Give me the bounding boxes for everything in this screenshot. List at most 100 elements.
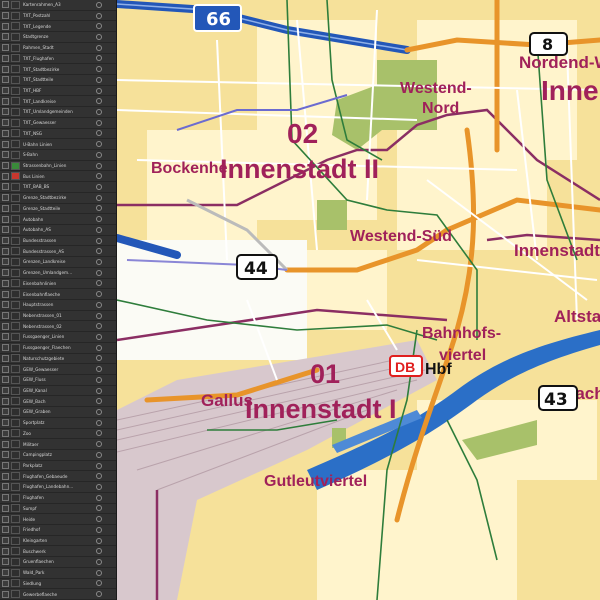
layer-target-icon[interactable] bbox=[96, 548, 102, 555]
layer-row[interactable]: GEW_Bach bbox=[0, 396, 116, 408]
layer-target-icon[interactable] bbox=[96, 333, 102, 340]
layer-row[interactable]: Fussgaenger_Flaechen bbox=[0, 343, 116, 354]
layer-row[interactable]: Autobahn_AS bbox=[0, 225, 116, 236]
layer-target-icon[interactable] bbox=[96, 473, 102, 480]
layer-target-icon[interactable] bbox=[96, 591, 102, 598]
visibility-toggle-icon[interactable] bbox=[2, 1, 9, 9]
layer-row[interactable]: TXT_Stadtteile bbox=[0, 75, 116, 86]
layer-target-icon[interactable] bbox=[96, 580, 102, 587]
layer-target-icon[interactable] bbox=[96, 87, 102, 94]
layer-row[interactable]: Naturschutzgebiete bbox=[0, 354, 116, 365]
layer-target-icon[interactable] bbox=[96, 398, 102, 405]
layer-row[interactable]: Siedlung bbox=[0, 579, 116, 590]
layer-row[interactable]: Grenze_Stadtbezirke bbox=[0, 193, 116, 204]
layer-row[interactable]: Militaer bbox=[0, 439, 116, 450]
visibility-toggle-icon[interactable] bbox=[2, 33, 9, 41]
visibility-toggle-icon[interactable] bbox=[2, 515, 9, 523]
layer-row[interactable]: TXT_Gewaesser bbox=[0, 118, 116, 129]
visibility-toggle-icon[interactable] bbox=[2, 365, 9, 373]
layer-row[interactable]: Hauptstrassen bbox=[0, 300, 116, 311]
visibility-toggle-icon[interactable] bbox=[2, 408, 9, 416]
layer-row[interactable]: Heide bbox=[0, 514, 116, 525]
layer-target-icon[interactable] bbox=[96, 98, 102, 105]
layer-row[interactable]: Bus Linien bbox=[0, 171, 116, 183]
layer-target-icon[interactable] bbox=[96, 33, 102, 40]
visibility-toggle-icon[interactable] bbox=[2, 569, 9, 577]
visibility-toggle-icon[interactable] bbox=[2, 344, 9, 352]
visibility-toggle-icon[interactable] bbox=[2, 65, 9, 73]
layer-row[interactable]: GEW_Fluss bbox=[0, 375, 116, 386]
visibility-toggle-icon[interactable] bbox=[2, 22, 9, 30]
layer-target-icon[interactable] bbox=[96, 119, 102, 126]
layer-row[interactable]: Stadtgrenze bbox=[0, 32, 116, 43]
layer-target-icon[interactable] bbox=[96, 526, 102, 533]
layer-target-icon[interactable] bbox=[96, 516, 102, 523]
layer-target-icon[interactable] bbox=[96, 462, 102, 469]
visibility-toggle-icon[interactable] bbox=[2, 494, 9, 502]
layer-row[interactable]: GEW_Kanal bbox=[0, 386, 116, 397]
layer-row[interactable]: Bundesstrassen bbox=[0, 236, 116, 247]
layer-target-icon[interactable] bbox=[96, 205, 102, 212]
layer-target-icon[interactable] bbox=[96, 151, 102, 158]
visibility-toggle-icon[interactable] bbox=[2, 129, 9, 137]
layer-row[interactable]: Sumpf bbox=[0, 504, 116, 515]
visibility-toggle-icon[interactable] bbox=[2, 97, 9, 105]
layer-row[interactable]: Parkplatz bbox=[0, 461, 116, 472]
layer-target-icon[interactable] bbox=[96, 226, 102, 233]
layer-target-icon[interactable] bbox=[96, 494, 102, 501]
layer-target-icon[interactable] bbox=[96, 183, 102, 190]
visibility-toggle-icon[interactable] bbox=[2, 183, 9, 191]
layer-row[interactable]: Wald_Park bbox=[0, 568, 116, 579]
visibility-toggle-icon[interactable] bbox=[2, 151, 9, 159]
visibility-toggle-icon[interactable] bbox=[2, 590, 9, 598]
layer-row[interactable]: Kartenrahmen_A3 bbox=[0, 0, 116, 11]
layer-target-icon[interactable] bbox=[96, 323, 102, 330]
layer-row[interactable]: Flughafen_Landebahn... bbox=[0, 482, 116, 493]
visibility-toggle-icon[interactable] bbox=[2, 419, 9, 427]
layer-target-icon[interactable] bbox=[96, 505, 102, 512]
layer-target-icon[interactable] bbox=[96, 280, 102, 287]
layer-row[interactable]: GEW_Graben bbox=[0, 407, 116, 418]
visibility-toggle-icon[interactable] bbox=[2, 397, 9, 405]
visibility-toggle-icon[interactable] bbox=[2, 483, 9, 491]
visibility-toggle-icon[interactable] bbox=[2, 504, 9, 512]
layer-row[interactable]: Nebenstrassen_02 bbox=[0, 321, 116, 333]
layer-row[interactable]: Buschwerk bbox=[0, 546, 116, 558]
layer-row[interactable]: Fussgaenger_Linien bbox=[0, 332, 116, 343]
layer-row[interactable]: Eisenbahnlinien bbox=[0, 279, 116, 290]
layer-row[interactable]: Gruenflaechen bbox=[0, 557, 116, 568]
visibility-toggle-icon[interactable] bbox=[2, 472, 9, 480]
layer-target-icon[interactable] bbox=[96, 76, 102, 83]
visibility-toggle-icon[interactable] bbox=[2, 54, 9, 62]
layer-target-icon[interactable] bbox=[96, 483, 102, 490]
layer-row[interactable]: TXT_HBF bbox=[0, 86, 116, 97]
visibility-toggle-icon[interactable] bbox=[2, 387, 9, 395]
layer-row[interactable]: Nebenstrassen_01 bbox=[0, 311, 116, 322]
visibility-toggle-icon[interactable] bbox=[2, 429, 9, 437]
layer-target-icon[interactable] bbox=[96, 441, 102, 448]
layer-row[interactable]: Zoo bbox=[0, 429, 116, 440]
layer-target-icon[interactable] bbox=[96, 55, 102, 62]
map-canvas[interactable]: Westend- Nord Nordend-W Inne 02 Innensta… bbox=[117, 0, 600, 600]
layer-row[interactable]: Rahmen_Stadt bbox=[0, 43, 116, 54]
layer-row[interactable]: Kleingarten bbox=[0, 536, 116, 547]
layer-row[interactable]: Campingplatz bbox=[0, 450, 116, 461]
layer-target-icon[interactable] bbox=[96, 12, 102, 19]
visibility-toggle-icon[interactable] bbox=[2, 204, 9, 212]
layer-row[interactable]: TXT_Flughafen bbox=[0, 54, 116, 65]
visibility-toggle-icon[interactable] bbox=[2, 333, 9, 341]
layer-target-icon[interactable] bbox=[96, 355, 102, 362]
visibility-toggle-icon[interactable] bbox=[2, 87, 9, 95]
layer-target-icon[interactable] bbox=[96, 1, 102, 8]
visibility-toggle-icon[interactable] bbox=[2, 301, 9, 309]
visibility-toggle-icon[interactable] bbox=[2, 290, 9, 298]
visibility-toggle-icon[interactable] bbox=[2, 440, 9, 448]
visibility-toggle-icon[interactable] bbox=[2, 526, 9, 534]
visibility-toggle-icon[interactable] bbox=[2, 354, 9, 362]
layer-target-icon[interactable] bbox=[96, 430, 102, 437]
visibility-toggle-icon[interactable] bbox=[2, 140, 9, 148]
layer-row[interactable]: U-Bahn Linien bbox=[0, 139, 116, 150]
visibility-toggle-icon[interactable] bbox=[2, 44, 9, 52]
visibility-toggle-icon[interactable] bbox=[2, 258, 9, 266]
layer-row[interactable]: Flughafen_Gebaeude bbox=[0, 471, 116, 483]
